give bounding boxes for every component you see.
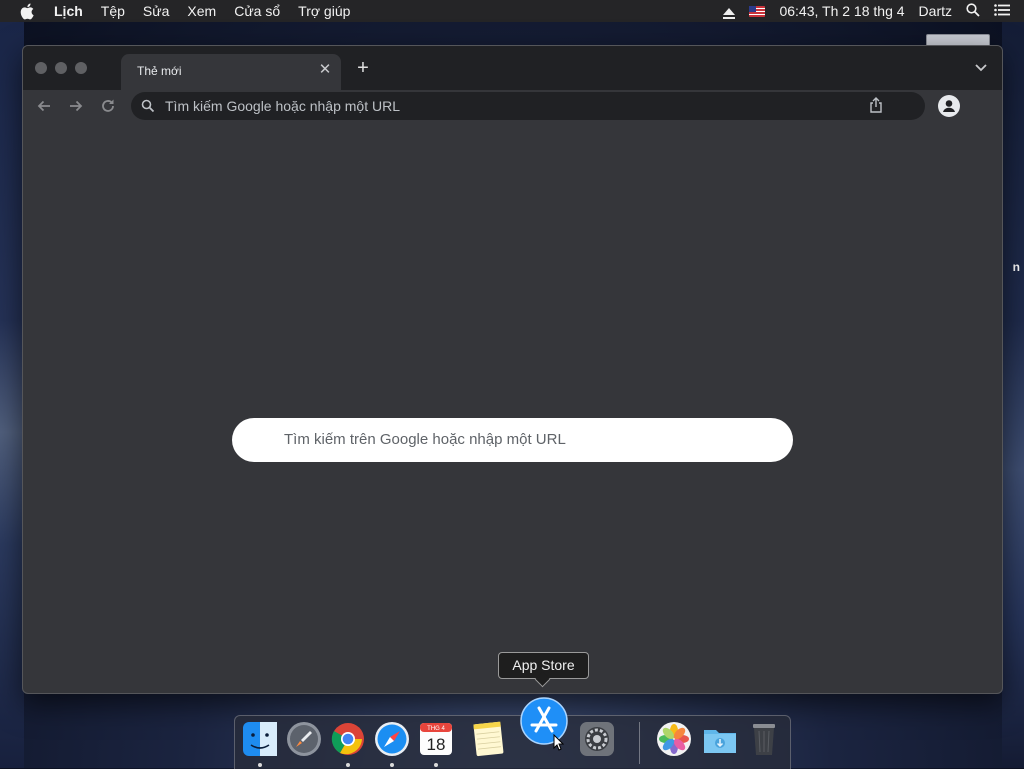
- new-tab-plus-icon[interactable]: +: [353, 58, 373, 78]
- search-icon: [141, 99, 155, 113]
- menubar-clock[interactable]: 06:43, Th 2 18 thg 4: [779, 3, 904, 19]
- calendar-month-label: THG 4: [427, 726, 445, 732]
- title-bar: Thẻ mới ✕ +: [23, 46, 1002, 90]
- menu-view[interactable]: Xem: [187, 0, 216, 22]
- dock: THG 4 18: [234, 697, 791, 769]
- notification-center-icon[interactable]: [994, 3, 1010, 19]
- eject-icon[interactable]: [723, 7, 736, 19]
- reload-icon[interactable]: [99, 97, 117, 115]
- chrome-window: Thẻ mới ✕ + Tìm kiếm Google hoặc nhập mộ…: [22, 45, 1003, 694]
- desktop-wallpaper-right: [1002, 22, 1024, 768]
- omnibox-placeholder: Tìm kiếm Google hoặc nhập một URL: [165, 98, 400, 114]
- menu-help[interactable]: Trợ giúp: [298, 0, 350, 22]
- calendar-running-dot: [434, 763, 438, 767]
- tab-new-tab[interactable]: Thẻ mới ✕: [121, 54, 341, 90]
- apple-menu-icon[interactable]: [18, 2, 36, 20]
- menubar-user[interactable]: Dartz: [919, 3, 952, 19]
- tab-search-chevron-icon[interactable]: [974, 60, 988, 74]
- menu-app-name[interactable]: Lịch: [54, 3, 83, 19]
- new-tab-search-box[interactable]: Tìm kiếm trên Google hoặc nhập một URL: [232, 418, 793, 462]
- share-icon[interactable]: [869, 97, 883, 113]
- launchpad-rocket-icon[interactable]: [285, 720, 323, 758]
- zoom-window-button[interactable]: [75, 62, 87, 74]
- safari-running-dot: [390, 763, 394, 767]
- dock-tooltip: App Store: [498, 652, 589, 679]
- close-window-button[interactable]: [35, 62, 47, 74]
- chrome-running-dot: [346, 763, 350, 767]
- forward-arrow-icon[interactable]: [67, 97, 85, 115]
- desktop-wallpaper-left: [0, 22, 24, 768]
- menu-edit[interactable]: Sửa: [143, 0, 170, 22]
- finder-icon[interactable]: [241, 720, 279, 758]
- spotlight-search-icon[interactable]: [966, 2, 980, 20]
- system-preferences-gear-icon[interactable]: [578, 720, 616, 758]
- back-arrow-icon[interactable]: [35, 97, 53, 115]
- notes-icon[interactable]: [469, 720, 507, 758]
- profile-avatar-icon[interactable]: [938, 95, 960, 117]
- trash-icon[interactable]: [745, 720, 783, 758]
- minimize-window-button[interactable]: [55, 62, 67, 74]
- toolbar: Tìm kiếm Google hoặc nhập một URL: [23, 90, 1002, 122]
- menu-window[interactable]: Cửa sổ: [234, 0, 280, 22]
- menu-file[interactable]: Tệp: [101, 0, 125, 22]
- calendar-day-label: 18: [427, 735, 446, 754]
- tab-title: Thẻ mới: [137, 64, 182, 78]
- input-source-flag-icon[interactable]: [749, 5, 766, 17]
- chrome-icon[interactable]: [329, 720, 367, 758]
- close-tab-icon[interactable]: ✕: [317, 62, 333, 78]
- finder-running-dot: [258, 763, 262, 767]
- downloads-folder-icon[interactable]: [701, 720, 739, 758]
- menu-bar: Lịch Tệp Sửa Xem Cửa sổ Trợ giúp 06:43, …: [0, 0, 1024, 22]
- calendar-icon[interactable]: THG 4 18: [417, 720, 455, 758]
- mouse-pointer-icon: [552, 733, 566, 752]
- photos-icon[interactable]: [655, 720, 693, 758]
- dock-separator: [639, 722, 640, 764]
- desktop-icon-label: n: [1012, 260, 1020, 274]
- safari-compass-icon[interactable]: [373, 720, 411, 758]
- omnibox-address-bar[interactable]: Tìm kiếm Google hoặc nhập một URL: [131, 92, 925, 120]
- new-tab-search-placeholder: Tìm kiếm trên Google hoặc nhập một URL: [284, 431, 566, 448]
